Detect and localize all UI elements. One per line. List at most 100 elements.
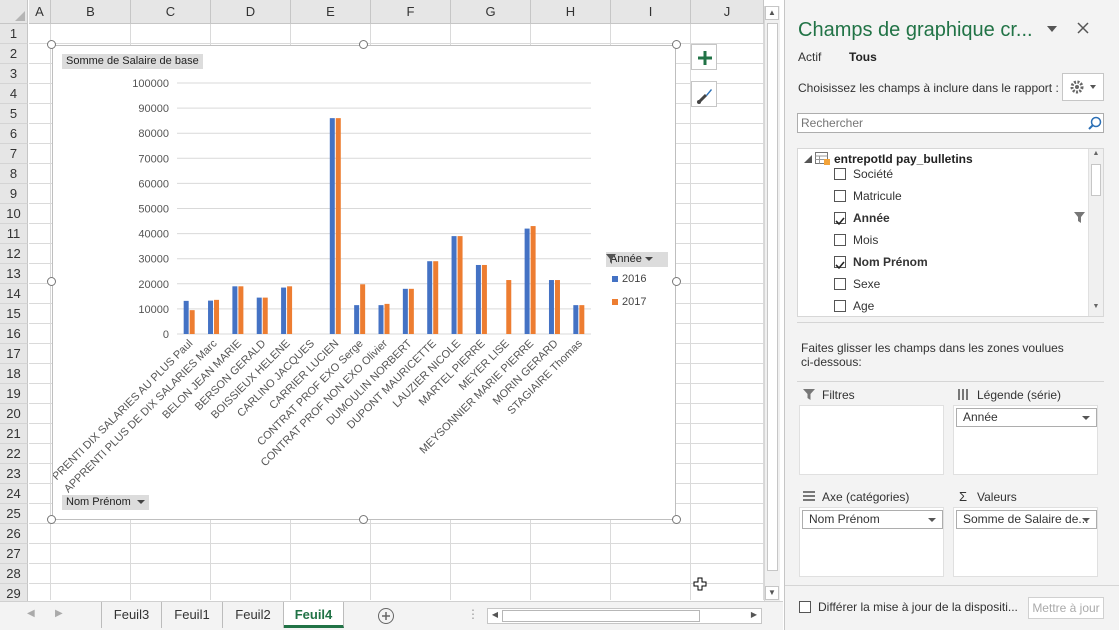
sheet-tab[interactable]: Feuil2 (223, 602, 284, 628)
row-header[interactable]: 1 (0, 24, 28, 44)
row-header[interactable]: 6 (0, 124, 28, 144)
row-header[interactable]: 21 (0, 424, 28, 444)
axis-zone-item[interactable]: Nom Prénom (802, 510, 943, 529)
vertical-scrollbar[interactable]: ▲ ▼ (764, 6, 780, 602)
tab-nav-left-icon[interactable]: ◀ (27, 608, 35, 619)
values-zone-item[interactable]: Somme de Salaire de... (956, 510, 1097, 529)
field-checkbox[interactable] (834, 256, 846, 270)
scroll-thumb[interactable] (1091, 164, 1101, 196)
axis-field-button[interactable]: Nom Prénom (62, 495, 149, 510)
row-header[interactable]: 9 (0, 184, 28, 204)
row-header[interactable]: 28 (0, 564, 28, 584)
splitter-icon[interactable]: ⋮ (467, 607, 479, 621)
scroll-up-icon[interactable]: ▲ (1090, 150, 1102, 162)
row-header[interactable]: 23 (0, 464, 28, 484)
row-header[interactable]: 26 (0, 524, 28, 544)
column-header[interactable]: D (211, 0, 291, 24)
scroll-thumb[interactable] (767, 23, 778, 571)
brush-icon (697, 89, 712, 104)
new-sheet-button[interactable] (377, 607, 395, 625)
resize-handle[interactable] (672, 40, 681, 49)
scroll-right-button[interactable]: ▶ (747, 609, 761, 623)
scroll-left-button[interactable]: ◀ (488, 609, 502, 623)
row-header[interactable]: 3 (0, 64, 28, 84)
column-header[interactable]: J (691, 0, 764, 24)
field-checkbox[interactable] (834, 278, 846, 290)
defer-update-checkbox[interactable] (799, 601, 811, 613)
y-tick-label: 100000 (132, 78, 169, 90)
field-checkbox[interactable] (834, 300, 846, 312)
field-checkbox[interactable] (834, 212, 846, 226)
sheet-tab[interactable]: Feuil4 (284, 602, 344, 628)
resize-handle[interactable] (47, 515, 56, 524)
chevron-down-icon[interactable] (1047, 26, 1057, 32)
values-drop-zone[interactable]: Somme de Salaire de... (953, 507, 1098, 577)
axis-drop-zone[interactable]: Nom Prénom (799, 507, 944, 577)
column-header[interactable]: E (291, 0, 371, 24)
collapse-triangle-icon[interactable] (804, 155, 812, 163)
row-header[interactable]: 7 (0, 144, 28, 164)
row-header[interactable]: 15 (0, 304, 28, 324)
tab-nav-right-icon[interactable]: ▶ (55, 608, 63, 619)
scroll-down-button[interactable]: ▼ (765, 586, 779, 600)
filters-zone-label: Filtres (822, 388, 855, 402)
legend-field-button[interactable]: Année (606, 252, 668, 267)
column-header[interactable]: H (531, 0, 611, 24)
update-button[interactable]: Mettre à jour (1028, 597, 1104, 619)
select-all-corner[interactable] (0, 0, 28, 24)
scroll-down-icon[interactable]: ▼ (1090, 303, 1102, 315)
column-header[interactable]: F (371, 0, 451, 24)
row-header[interactable]: 25 (0, 504, 28, 524)
row-header[interactable]: 16 (0, 324, 28, 344)
row-header[interactable]: 11 (0, 224, 28, 244)
field-checkbox[interactable] (834, 234, 846, 246)
row-header[interactable]: 5 (0, 104, 28, 124)
resize-handle[interactable] (672, 277, 681, 286)
row-header[interactable]: 27 (0, 544, 28, 564)
column-header[interactable]: A (29, 0, 51, 24)
pivot-chart[interactable]: 0 10000 20000 30000 40000 50000 60000 70000 8000… (52, 45, 676, 520)
row-header[interactable]: 22 (0, 444, 28, 464)
resize-handle[interactable] (359, 40, 368, 49)
legend-drop-zone[interactable]: Année (953, 405, 1098, 475)
scroll-thumb[interactable] (502, 610, 700, 622)
filter-icon[interactable] (1074, 212, 1085, 223)
tools-button[interactable] (1062, 73, 1104, 101)
column-header[interactable]: G (451, 0, 531, 24)
filters-drop-zone[interactable] (799, 405, 944, 475)
row-header[interactable]: 24 (0, 484, 28, 504)
row-header[interactable]: 12 (0, 244, 28, 264)
row-header[interactable]: 14 (0, 284, 28, 304)
tab-active[interactable]: Actif (798, 50, 821, 64)
chart-elements-button[interactable] (691, 44, 717, 70)
field-checkbox[interactable] (834, 190, 846, 202)
chart-styles-button[interactable] (691, 81, 717, 107)
row-header[interactable]: 8 (0, 164, 28, 184)
row-header[interactable]: 19 (0, 384, 28, 404)
row-header[interactable]: 10 (0, 204, 28, 224)
field-checkbox[interactable] (834, 168, 846, 180)
row-header[interactable]: 17 (0, 344, 28, 364)
search-input[interactable] (797, 113, 1104, 133)
legend-zone-item[interactable]: Année (956, 408, 1097, 427)
resize-handle[interactable] (672, 515, 681, 524)
tab-all[interactable]: Tous (849, 50, 877, 64)
row-header[interactable]: 4 (0, 84, 28, 104)
resize-handle[interactable] (47, 277, 56, 286)
row-header[interactable]: 20 (0, 404, 28, 424)
row-header[interactable]: 18 (0, 364, 28, 384)
horizontal-scrollbar[interactable]: ◀ ▶ (487, 608, 762, 624)
sheet-tab[interactable]: Feuil3 (101, 602, 162, 628)
column-header[interactable]: C (131, 0, 211, 24)
values-field-button[interactable]: Somme de Salaire de base (62, 54, 203, 69)
row-header[interactable]: 2 (0, 44, 28, 64)
field-list-scrollbar[interactable]: ▲ ▼ (1088, 149, 1103, 316)
scroll-up-button[interactable]: ▲ (765, 6, 779, 20)
column-header[interactable]: I (611, 0, 691, 24)
row-header[interactable]: 13 (0, 264, 28, 284)
column-header[interactable]: B (51, 0, 131, 24)
resize-handle[interactable] (359, 515, 368, 524)
resize-handle[interactable] (47, 40, 56, 49)
sheet-tab[interactable]: Feuil1 (162, 602, 223, 628)
close-icon[interactable] (1077, 22, 1089, 34)
